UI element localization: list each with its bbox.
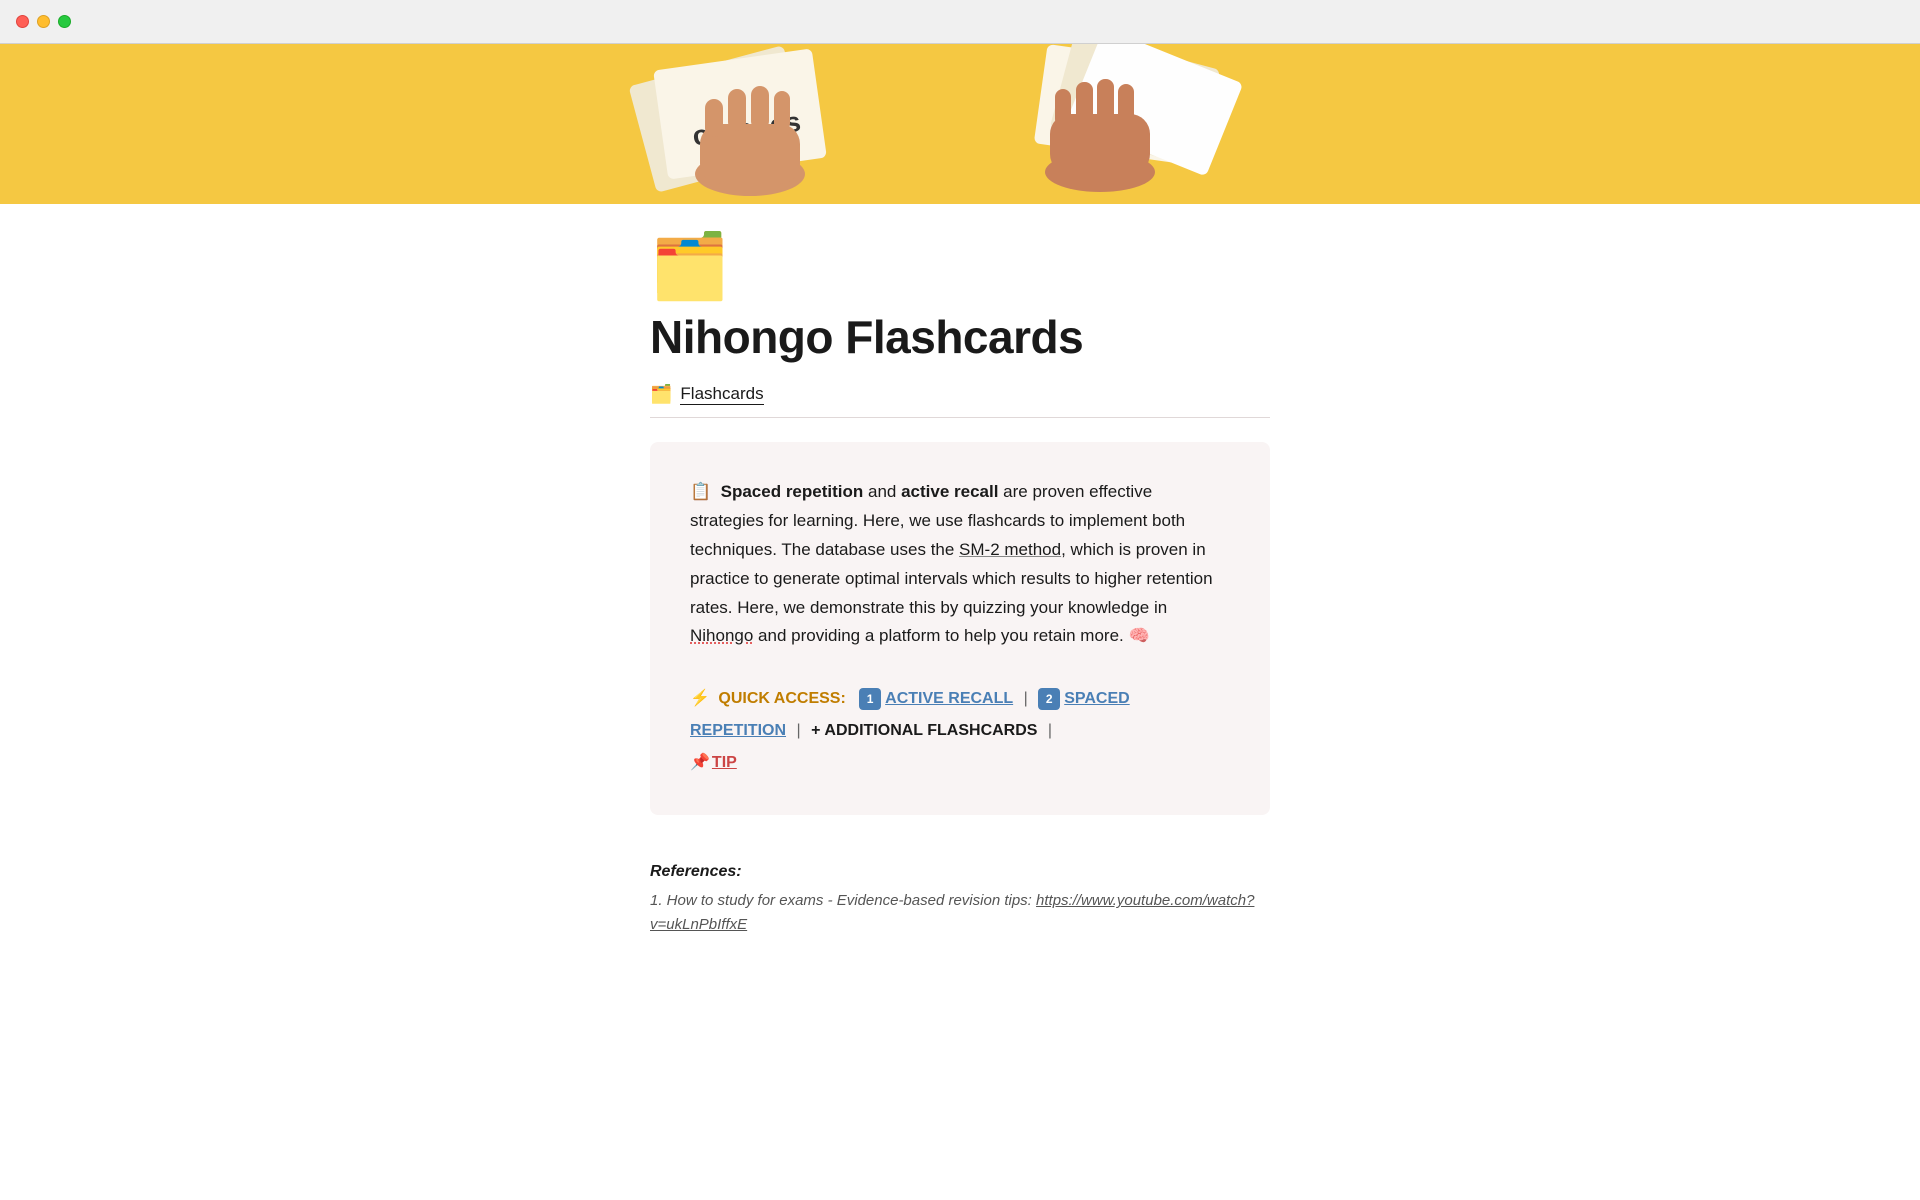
references-item-1-text: 1. How to study for exams - Evidence-bas… — [650, 892, 1032, 909]
nihongo-text: Nihongo — [690, 626, 753, 645]
breadcrumb-row: 🗂️ Flashcards — [650, 384, 1270, 418]
breadcrumb-link[interactable]: Flashcards — [680, 384, 763, 405]
separator-2: | — [796, 722, 800, 739]
sm2-link[interactable]: SM-2 method — [959, 540, 1061, 559]
references-item-1: 1. How to study for exams - Evidence-bas… — [650, 889, 1270, 937]
lightning-icon: ⚡ — [690, 690, 710, 707]
info-card: 📋 Spaced repetition and active recall ar… — [650, 442, 1270, 815]
spaced-repetition-bold: Spaced repetition — [721, 482, 864, 501]
references-title: References: — [650, 863, 1270, 881]
badge-1: 1 — [859, 688, 881, 710]
hero-banner: oranges — [0, 44, 1920, 204]
info-paragraph: 📋 Spaced repetition and active recall ar… — [690, 478, 1230, 651]
page-content: 🗂️ Nihongo Flashcards 🗂️ Flashcards 📋 Sp… — [510, 234, 1410, 977]
plus-icon: + — [811, 722, 820, 739]
separator-3: | — [1048, 722, 1052, 739]
minimize-button[interactable] — [37, 15, 50, 28]
quick-access: ⚡ QUICK ACCESS: 1ACTIVE RECALL | 2SPACED… — [690, 683, 1230, 779]
page-icon: 🗂️ — [650, 234, 1270, 298]
maximize-button[interactable] — [58, 15, 71, 28]
breadcrumb-icon: 🗂️ — [650, 384, 672, 405]
info-icon: 📋 — [690, 482, 711, 501]
additional-flashcards-link[interactable]: ADDITIONAL FLASHCARDS — [824, 722, 1037, 739]
page-title: Nihongo Flashcards — [650, 310, 1270, 364]
active-recall-bold: active recall — [901, 482, 998, 501]
badge-2: 2 — [1038, 688, 1060, 710]
quick-access-label: QUICK ACCESS: — [718, 690, 845, 707]
active-recall-link[interactable]: ACTIVE RECALL — [885, 690, 1013, 707]
close-button[interactable] — [16, 15, 29, 28]
tip-link[interactable]: TIP — [712, 754, 737, 771]
references-section: References: 1. How to study for exams - … — [650, 863, 1270, 977]
pin-icon: 📌 — [690, 754, 710, 771]
titlebar — [0, 0, 1920, 44]
hero-illustration: oranges — [460, 44, 1460, 204]
separator-1: | — [1024, 690, 1028, 707]
